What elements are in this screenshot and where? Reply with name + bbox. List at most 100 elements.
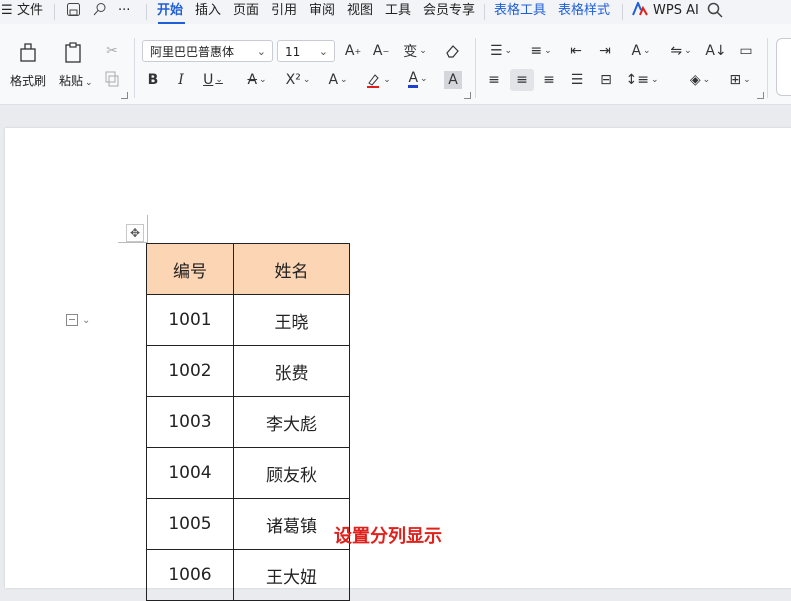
- table-cell[interactable]: 1006: [146, 549, 234, 601]
- chevron-down-icon: ⌄: [256, 45, 266, 58]
- tab-insert[interactable]: 插入: [195, 2, 221, 20]
- font-color-icon[interactable]: A ⌄: [402, 69, 434, 89]
- wps-ai-icon[interactable]: [632, 0, 648, 22]
- divider: [54, 4, 55, 20]
- table-header-row: 编号 姓名: [146, 243, 350, 295]
- increase-indent-icon[interactable]: ⇥: [595, 42, 615, 60]
- chevron-down-icon[interactable]: ⌄: [82, 315, 90, 326]
- tab-tools[interactable]: 工具: [385, 2, 411, 20]
- italic-icon[interactable]: I: [172, 71, 190, 89]
- align-center-icon[interactable]: ≡: [510, 69, 534, 91]
- table-cell[interactable]: 张费: [233, 345, 350, 397]
- grow-font-icon[interactable]: A +: [343, 42, 363, 60]
- table-row: 1001 王晓: [146, 294, 350, 346]
- table-cell[interactable]: 王晓: [233, 294, 350, 346]
- table-row: 1006 王大妞: [146, 549, 350, 601]
- data-table[interactable]: 编号 姓名 1001 王晓 1002 张费 1003 李大彪 1004 顾友秋 …: [146, 243, 350, 601]
- table-cell[interactable]: 1005: [146, 498, 234, 550]
- table-cell[interactable]: 王大妞: [233, 549, 350, 601]
- save-icon[interactable]: [66, 2, 81, 23]
- cut-icon[interactable]: ✂: [103, 42, 121, 60]
- divider: [134, 38, 135, 98]
- show-marks-icon[interactable]: ▭: [735, 42, 757, 60]
- table-row: 1002 张费: [146, 345, 350, 397]
- wps-ai-button[interactable]: WPS AI: [653, 2, 699, 20]
- superscript-icon[interactable]: X² ⌄: [282, 71, 314, 89]
- line-spacing-icon[interactable]: ↕≡ ⌄: [626, 71, 659, 89]
- divider: [146, 4, 147, 20]
- underline-icon[interactable]: U ⌄: [200, 71, 226, 89]
- sort-icon[interactable]: A↓: [705, 42, 726, 60]
- table-cell[interactable]: 诸葛镇: [233, 498, 350, 550]
- table-cell[interactable]: 1001: [146, 294, 234, 346]
- chevron-down-icon: ⌄: [318, 45, 328, 58]
- shading-icon[interactable]: ◈ ⌄: [684, 71, 716, 89]
- shrink-font-icon[interactable]: A −: [371, 42, 391, 60]
- tab-table-style[interactable]: 表格样式: [558, 2, 610, 20]
- tab-references[interactable]: 引用: [271, 2, 297, 20]
- bullet-list-icon[interactable]: ☰ ⌄: [485, 42, 517, 60]
- header-cell-id[interactable]: 编号: [146, 243, 234, 295]
- highlight-icon[interactable]: ⌄: [362, 71, 394, 89]
- menu-icon[interactable]: ☰: [1, 2, 13, 20]
- format-painter-label[interactable]: 格式刷: [10, 72, 46, 89]
- header-cell-name[interactable]: 姓名: [233, 243, 350, 295]
- tab-view[interactable]: 视图: [347, 2, 373, 20]
- table-cell[interactable]: 李大彪: [233, 396, 350, 448]
- margin-marker: [147, 215, 148, 243]
- tab-table-tools[interactable]: 表格工具: [494, 2, 546, 20]
- menu-bar: ☰ 文件 ··· 开始 插入 页面 引用 审阅 视图 工具 会员专享 表格工具 …: [0, 0, 791, 24]
- font-size-select[interactable]: 11 ⌄: [277, 40, 335, 62]
- table-move-handle-icon[interactable]: ✥: [126, 224, 144, 242]
- align-left-icon[interactable]: ≡: [485, 71, 503, 89]
- distributed-align-icon[interactable]: ⊟: [596, 71, 616, 89]
- table-cell[interactable]: 1003: [146, 396, 234, 448]
- tab-review[interactable]: 审阅: [309, 2, 335, 20]
- align-right-icon[interactable]: ≡: [540, 71, 558, 89]
- justify-icon[interactable]: ☰: [568, 71, 586, 89]
- paste-label[interactable]: 粘贴 ⌄: [59, 72, 93, 89]
- table-cell[interactable]: 1004: [146, 447, 234, 499]
- divider: [622, 4, 623, 20]
- dialog-launcher-icon[interactable]: [757, 92, 764, 99]
- text-effect-icon[interactable]: A ⌄: [322, 71, 354, 89]
- phonetic-guide-icon[interactable]: 变 ⌄: [400, 42, 430, 60]
- styles-gallery[interactable]: [776, 38, 791, 96]
- font-name-select[interactable]: 阿里巴巴普惠体 ⌄: [142, 40, 273, 62]
- search-icon[interactable]: [707, 2, 723, 24]
- margin-marker: [118, 242, 147, 243]
- text-direction-icon[interactable]: A ⌄: [625, 42, 657, 60]
- tab-member[interactable]: 会员专享: [423, 2, 475, 20]
- document-page[interactable]: [5, 128, 791, 588]
- copy-icon[interactable]: [103, 70, 121, 88]
- divider: [484, 4, 485, 20]
- table-row: 1004 顾友秋: [146, 447, 350, 499]
- decrease-indent-icon[interactable]: ⇤: [566, 42, 586, 60]
- tab-page[interactable]: 页面: [233, 2, 259, 20]
- tab-home[interactable]: 开始: [157, 2, 183, 20]
- dialog-launcher-icon[interactable]: [464, 92, 471, 99]
- table-row-icon[interactable]: [66, 314, 78, 326]
- borders-icon[interactable]: ⊞ ⌄: [724, 71, 756, 89]
- table-row: 1005 诸葛镇: [146, 498, 350, 550]
- strikethrough-icon[interactable]: A ⌄: [242, 71, 272, 89]
- divider: [475, 38, 476, 98]
- char-shading-icon[interactable]: A: [444, 71, 462, 89]
- bold-icon[interactable]: B: [144, 71, 162, 89]
- table-cell[interactable]: 顾友秋: [233, 447, 350, 499]
- dialog-launcher-icon[interactable]: [121, 92, 128, 99]
- more-icon[interactable]: ···: [118, 2, 130, 20]
- annotation-text: 设置分列显示: [334, 526, 442, 547]
- table-row: 1003 李大彪: [146, 396, 350, 448]
- row-insert-handle[interactable]: ⌄: [66, 310, 102, 330]
- table-cell[interactable]: 1002: [146, 345, 234, 397]
- sort-direction-icon[interactable]: ⇋ ⌄: [665, 42, 697, 60]
- find-icon[interactable]: [92, 2, 107, 23]
- format-painter-icon[interactable]: [16, 40, 40, 64]
- paste-icon[interactable]: [62, 40, 86, 64]
- clear-format-icon[interactable]: [442, 42, 462, 60]
- menu-file[interactable]: 文件: [17, 2, 43, 20]
- numbered-list-icon[interactable]: ≡ ⌄: [525, 42, 557, 60]
- ribbon-toolbar: 格式刷 粘贴 ⌄ ✂ 阿里巴巴普惠体 ⌄ 11 ⌄ A + A − 变 ⌄ B I U ⌄ A…: [0, 24, 791, 105]
- divider: [767, 38, 768, 98]
